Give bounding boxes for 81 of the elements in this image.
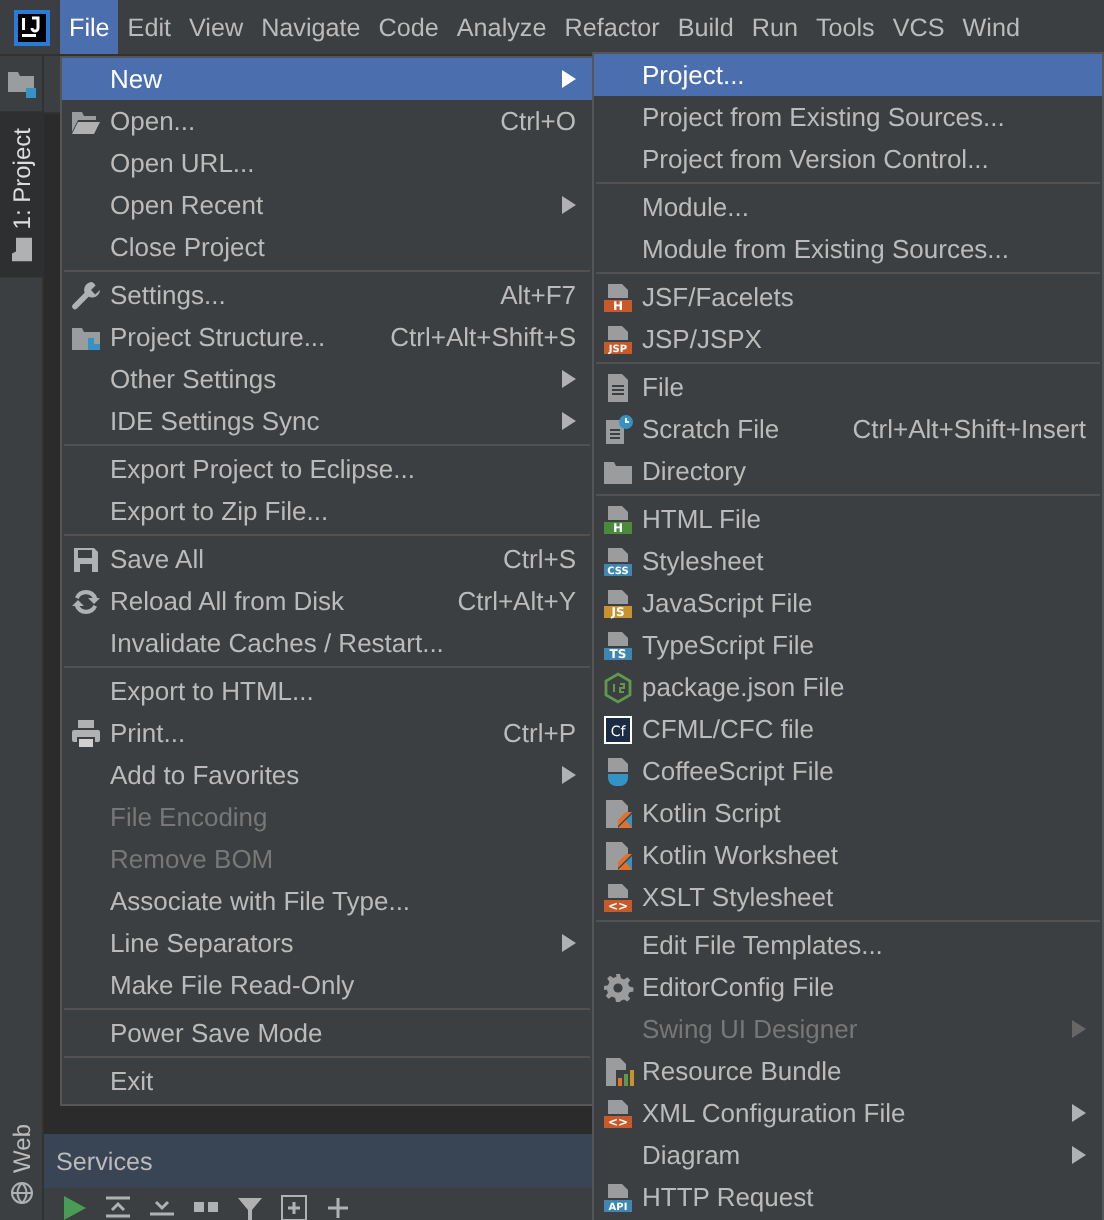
menu-item[interactable]: Print... Ctrl+P [62,712,592,754]
panel-title: Services [56,1147,153,1175]
menu-item[interactable]: Make File Read-Only [62,964,592,1006]
menu-item[interactable]: IDE Settings Sync [62,400,592,442]
bar-chart-file-icon [602,1055,634,1087]
menu-item[interactable]: Project Structure... Ctrl+Alt+Shift+S [62,316,592,358]
menu-item[interactable]: Project... [594,54,1102,96]
tool-window-tab[interactable]: 1: Project [0,112,44,278]
menu-item[interactable]: Open Recent [62,184,592,226]
wrench-icon [70,279,102,311]
menu-item[interactable]: EditorConfig File [594,966,1102,1008]
menu-item[interactable]: Reload All from Disk Ctrl+Alt+Y [62,580,592,622]
collapse-icon[interactable] [104,1194,132,1220]
menu-item[interactable]: Module... [594,186,1102,228]
menu-item[interactable]: Kotlin Worksheet [594,834,1102,876]
menu-bar-item[interactable]: Refactor [555,0,669,54]
menu-item[interactable]: package.json File [594,666,1102,708]
tool-window-tab[interactable]: Web [0,1107,44,1220]
menu-item[interactable]: Project from Existing Sources... [594,96,1102,138]
coffee-cup-icon [602,755,634,787]
gear-icon [602,971,634,1003]
app-logo-icon[interactable] [14,9,50,45]
menu-item[interactable]: Exit [62,1060,592,1102]
shortcut-label: Ctrl+Alt+Shift+Insert [850,414,1086,444]
folder-icon [10,237,34,262]
menu-item[interactable]: File [594,366,1102,408]
menu-item[interactable]: Export to HTML... [62,670,592,712]
menu-item[interactable]: Add to Favorites [62,754,592,796]
menu-bar-item[interactable]: View [180,0,253,54]
menu-item[interactable]: CoffeeScript File [594,750,1102,792]
shortcut-label: Ctrl+Alt+Shift+S [388,322,576,352]
kotlin-icon [602,797,634,829]
menu-bar-item[interactable]: File [60,0,119,54]
add-icon[interactable] [324,1194,352,1220]
reload-icon [70,585,102,617]
menu-item[interactable]: Kotlin Script [594,792,1102,834]
menu-item[interactable]: Module from Existing Sources... [594,228,1102,270]
shortcut-label: Ctrl+O [498,106,576,136]
hexagon-icon [602,671,634,703]
menu-item[interactable]: Line Separators [62,922,592,964]
menu-item[interactable]: Open... Ctrl+O [62,100,592,142]
menu-item[interactable]: Power Save Mode [62,1012,592,1054]
shortcut-label: Ctrl+S [501,544,576,574]
add-box-icon[interactable] [280,1194,308,1220]
menu-item[interactable]: New [62,58,592,100]
menu-bar-item[interactable]: Tools [806,0,884,54]
printer-icon [70,717,102,749]
menu-item[interactable]: Export Project to Eclipse... [62,448,592,490]
menu-item[interactable]: Diagram [594,1134,1102,1176]
menu-item[interactable]: Other Settings [62,358,592,400]
menu-item[interactable]: Save All Ctrl+S [62,538,592,580]
menu-item[interactable]: Export to Zip File... [62,490,592,532]
menu-bar-item[interactable]: Navigate [252,0,370,54]
project-icon[interactable] [5,68,37,100]
menu-bar-item[interactable]: Run [742,0,807,54]
filter-icon[interactable] [236,1194,264,1220]
menu-item[interactable]: Settings... Alt+F7 [62,274,592,316]
menu-item[interactable]: Directory [594,450,1102,492]
run-icon[interactable] [60,1194,88,1220]
menu-item[interactable]: Associate with File Type... [62,880,592,922]
shortcut-label: Ctrl+P [501,718,576,748]
menu-item[interactable]: Project from Version Control... [594,138,1102,180]
kotlin-icon [602,839,634,871]
menu-item[interactable]: Resource Bundle [594,1050,1102,1092]
scratch-file-icon [602,413,634,445]
save-icon [70,543,102,575]
menu-bar-item[interactable]: Build [668,0,743,54]
menu-item[interactable]: Scratch File Ctrl+Alt+Shift+Insert [594,408,1102,450]
menu-bar-item[interactable]: VCS [883,0,954,54]
shortcut-label: Alt+F7 [498,280,576,310]
menu-item[interactable]: Invalidate Caches / Restart... [62,622,592,664]
menu-bar-item[interactable]: Code [369,0,448,54]
menu-bar-item[interactable]: Wind [953,0,1029,54]
menu-item[interactable]: Close Project [62,226,592,268]
globe-icon [10,1180,34,1204]
file-icon [602,371,634,403]
shortcut-label: Ctrl+Alt+Y [455,586,576,616]
menu-bar-item[interactable]: Analyze [447,0,556,54]
menu-item[interactable]: Open URL... [62,142,592,184]
menu-bar-item[interactable]: Edit [118,0,180,54]
menu-item[interactable]: Edit File Templates... [594,924,1102,966]
